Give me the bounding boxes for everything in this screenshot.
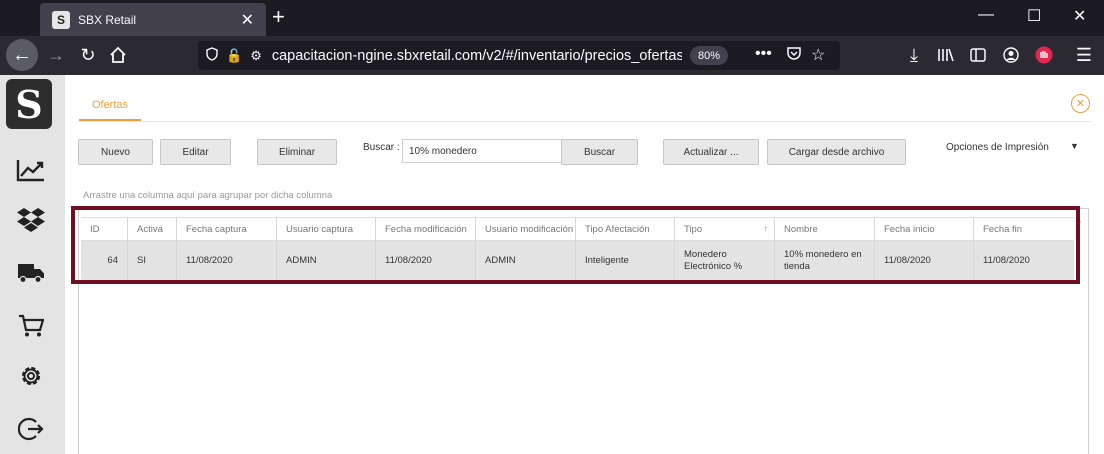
pocket-icon[interactable]: [786, 45, 802, 66]
highlight-annotation: [71, 206, 1080, 284]
browser-tab-bar: S SBX Retail ✕ + — ☐ ✕: [0, 0, 1104, 36]
nuevo-button[interactable]: Nuevo: [78, 139, 153, 165]
url-bar[interactable]: 🔓 ⚙ capacitacion-ngine.sbxretail.com/v2/…: [198, 41, 840, 70]
zoom-level[interactable]: 80%: [690, 46, 728, 65]
sidebar-toggle-icon[interactable]: [966, 42, 990, 68]
reload-icon[interactable]: ↻: [76, 42, 100, 68]
insecure-lock-icon[interactable]: 🔓: [226, 48, 242, 64]
tab-ofertas[interactable]: Ofertas: [79, 91, 141, 121]
group-by-hint[interactable]: Arrastre una columna aquí para agrupar p…: [83, 190, 332, 201]
browser-nav-bar: ← → ↻ 🔓 ⚙ capacitacion-ngine.sbxretail.c…: [0, 36, 1104, 75]
search-input[interactable]: [402, 139, 562, 163]
downloads-icon[interactable]: ⤓: [902, 42, 926, 68]
sbx-logo[interactable]: S: [6, 79, 52, 129]
tab-favicon-icon: S: [52, 10, 70, 29]
logout-icon[interactable]: [16, 414, 46, 444]
menu-icon[interactable]: ☰: [1072, 42, 1096, 68]
library-icon[interactable]: [934, 42, 958, 68]
truck-icon[interactable]: [16, 258, 46, 288]
dropbox-icon[interactable]: [16, 205, 46, 235]
analytics-icon[interactable]: [16, 155, 46, 185]
extension-icon[interactable]: [1032, 42, 1056, 68]
back-icon[interactable]: ←: [6, 39, 38, 71]
main-content: Ofertas ✕ Nuevo Editar Eliminar Buscar :…: [65, 75, 1104, 454]
editar-button[interactable]: Editar: [160, 139, 231, 165]
close-panel-icon[interactable]: ✕: [1071, 94, 1090, 113]
bookmark-star-icon[interactable]: ☆: [811, 45, 825, 65]
chevron-down-icon[interactable]: ▼: [1070, 141, 1079, 151]
account-icon[interactable]: [999, 42, 1023, 68]
app-sidebar: S: [0, 75, 65, 454]
cargar-archivo-button[interactable]: Cargar desde archivo: [767, 139, 906, 165]
actualizar-button[interactable]: Actualizar ...: [663, 139, 759, 165]
cart-icon[interactable]: [16, 311, 46, 341]
forward-icon[interactable]: →: [44, 42, 68, 68]
window-close-icon[interactable]: ✕: [1073, 6, 1086, 26]
tab-close-icon[interactable]: ✕: [241, 10, 254, 30]
print-options-dropdown[interactable]: Opciones de Impresión: [946, 142, 1049, 153]
permissions-icon[interactable]: ⚙: [250, 48, 262, 64]
search-label: Buscar :: [363, 142, 400, 153]
buscar-button[interactable]: Buscar: [561, 139, 638, 165]
new-tab-icon[interactable]: +: [272, 5, 285, 29]
browser-tab[interactable]: S SBX Retail ✕: [40, 3, 266, 36]
header-divider: [79, 121, 1091, 122]
minimize-icon[interactable]: —: [978, 6, 994, 24]
eliminar-button[interactable]: Eliminar: [257, 139, 337, 165]
settings-gear-icon[interactable]: [16, 361, 46, 391]
page-actions-icon[interactable]: •••: [755, 45, 772, 63]
tab-title: SBX Retail: [78, 12, 137, 27]
url-text[interactable]: capacitacion-ngine.sbxretail.com/v2/#/in…: [272, 48, 682, 64]
maximize-icon[interactable]: ☐: [1027, 6, 1041, 26]
home-icon[interactable]: [106, 42, 130, 68]
shield-icon[interactable]: [206, 47, 218, 64]
